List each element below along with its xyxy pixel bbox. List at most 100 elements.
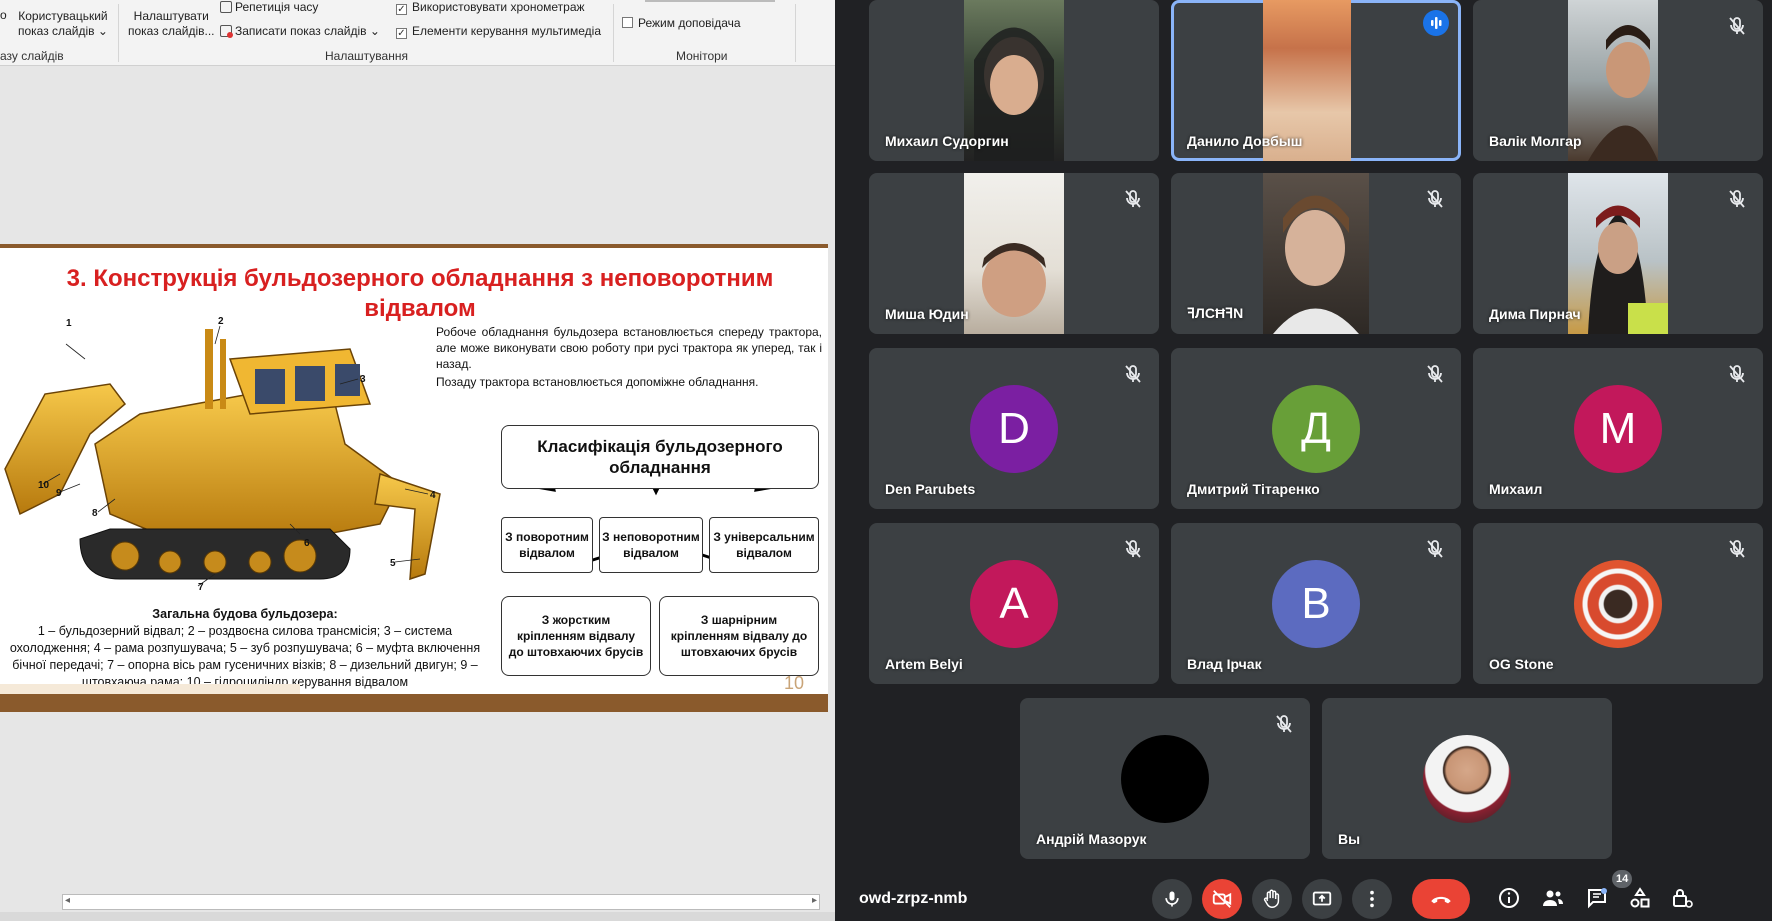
bulldozer-illustration (4, 325, 441, 587)
present-button[interactable] (1302, 879, 1342, 919)
mic-off-icon (1427, 540, 1443, 558)
participant-tile[interactable]: OG Stone (1473, 523, 1763, 684)
meeting-code: owd-zrpz-nmb (859, 890, 968, 907)
ribbon-divider (613, 4, 614, 62)
setup-show-button[interactable]: Налаштувати показ слайдів... (128, 9, 214, 39)
presenter-view-label: Режим доповідача (638, 16, 741, 30)
raise-hand-icon (1263, 889, 1280, 908)
more-icon (1370, 890, 1374, 908)
present-icon (1312, 891, 1332, 906)
avatar: M (1574, 384, 1662, 473)
slide-title: 3. Конструкція бульдозерного обладнання … (66, 265, 774, 322)
participant-tile[interactable]: Михаил Судоргин (869, 0, 1159, 161)
custom-show-label-2: показ слайдів (18, 24, 95, 38)
setup-show-label: Налаштувати (133, 9, 209, 23)
monitor-select[interactable] (645, 0, 775, 2)
more-options-button[interactable] (1352, 879, 1392, 919)
avatar (1121, 734, 1209, 823)
setup-show-label-2: показ слайдів... (128, 24, 215, 38)
mic-off-icon (1729, 17, 1745, 35)
participant-name: Дима Пирнач (1489, 306, 1581, 322)
slide-bottom-accent (0, 684, 300, 694)
participant-name: Den Parubets (885, 481, 976, 497)
bulldozer-caption: Загальна будова бульдозера: 1 – бульдозе… (0, 606, 490, 691)
rehearse-timings-button[interactable]: Репетиція часу (220, 0, 318, 14)
presenter-view-checkbox[interactable]: Режим доповідача (622, 16, 741, 30)
avatar: D (970, 384, 1058, 473)
checkbox-unchecked-icon (622, 17, 633, 28)
mic-off-icon (1427, 190, 1443, 208)
chat-button[interactable] (1582, 883, 1612, 913)
people-icon (1543, 890, 1563, 906)
avatar: Д (1272, 384, 1360, 473)
horizontal-scrollbar[interactable]: ◂ ▸ (62, 894, 820, 910)
participant-video (1568, 173, 1668, 334)
raise-hand-button[interactable] (1252, 879, 1292, 919)
ribbon-divider (118, 4, 119, 62)
participant-tile[interactable]: Валік Молгар (1473, 0, 1763, 161)
activities-icon (1630, 887, 1650, 908)
participant-tile[interactable]: B Влад Ірчак (1171, 523, 1461, 684)
checkbox-checked-icon: ✓ (396, 4, 407, 15)
participant-name: Миша Юдин (885, 306, 969, 322)
camera-button[interactable] (1202, 879, 1242, 919)
participant-name: Данило Довбыш (1187, 133, 1303, 149)
participant-tile[interactable]: Миша Юдин (869, 173, 1159, 334)
slide-page-number: 10 (784, 673, 805, 693)
meet-window: Михаил Судоргин Данило Довбыш Валік Молг… (835, 0, 1772, 921)
chevron-down-icon: ⌄ (369, 24, 380, 38)
use-timings-checkbox[interactable]: ✓ Використовувати хронометраж (396, 0, 585, 15)
slide-top-border (0, 244, 828, 248)
host-controls-icon (1673, 889, 1693, 908)
part-label: 7 (198, 582, 204, 593)
part-label: 5 (390, 558, 396, 569)
diagram-box-rigid: З жорстким кріпленням відвалу до штовхаю… (501, 596, 651, 676)
record-icon (220, 25, 233, 38)
ribbon-divider (795, 4, 796, 62)
participant-tile[interactable]: Д Дмитрий Тітаренко (1171, 348, 1461, 509)
participant-tile[interactable]: D Den Parubets (869, 348, 1159, 509)
participant-tile[interactable]: Дима Пирнач (1473, 173, 1763, 334)
avatar: B (1272, 559, 1360, 648)
status-bar (0, 912, 835, 921)
people-button[interactable] (1538, 883, 1568, 913)
activities-button[interactable] (1625, 883, 1655, 913)
scroll-right-icon[interactable]: ▸ (812, 895, 817, 906)
participant-tile[interactable]: ꟻЛСĦꟻN (1171, 173, 1461, 334)
participant-tile[interactable]: Андрій Мазорук (1020, 698, 1310, 859)
group-label-setup: Налаштування (325, 49, 408, 63)
mic-off-icon (1427, 365, 1443, 383)
camera-off-icon (1212, 890, 1232, 908)
mic-button[interactable] (1152, 879, 1192, 919)
record-label: Записати показ слайдів (235, 24, 367, 38)
diagram-root-box: Класифікація бульдозерного обладнання (501, 425, 819, 489)
info-button[interactable] (1494, 883, 1524, 913)
participant-video (964, 173, 1064, 334)
media-controls-checkbox[interactable]: ✓ Елементи керування мультимедіа (396, 24, 601, 39)
participant-name: Валік Молгар (1489, 133, 1582, 149)
mic-off-icon (1729, 365, 1745, 383)
part-label: 8 (92, 508, 98, 519)
record-show-button[interactable]: Записати показ слайдів ⌄ (220, 24, 380, 38)
custom-show-button[interactable]: Користувацький показ слайдів ⌄ (18, 9, 108, 39)
participant-tile-active[interactable]: Данило Довбыш (1171, 0, 1461, 161)
participant-tile[interactable]: A Artem Belyi (869, 523, 1159, 684)
scroll-left-icon[interactable]: ◂ (65, 895, 70, 906)
avatar-photo (1574, 559, 1662, 648)
ribbon-partial-icon: о (0, 8, 7, 22)
host-controls-button[interactable] (1668, 883, 1696, 913)
participant-name: OG Stone (1489, 656, 1554, 672)
leave-call-icon (1431, 896, 1451, 904)
caption-text: 1 – бульдозерний відвал; 2 – роздвоєна с… (9, 624, 481, 689)
slide[interactable]: 3. Конструкція бульдозерного обладнання … (0, 244, 828, 712)
slide-paragraph-1: Робоче обладнання бульдозера встановлюєт… (436, 325, 822, 371)
self-tile[interactable]: Вы (1322, 698, 1612, 859)
participant-tile[interactable]: M Михаил (1473, 348, 1763, 509)
diagram-box-rotary: З поворотним відвалом (501, 517, 593, 573)
part-label: 9 (56, 488, 62, 499)
leave-call-button[interactable] (1412, 879, 1470, 919)
powerpoint-window: о Користувацький показ слайдів ⌄ Налашту… (0, 0, 835, 921)
diagram-box-hinged: З шарнірним кріпленням відвалу до штовха… (659, 596, 819, 676)
slide-bottom-border (0, 694, 828, 712)
part-label: 6 (304, 538, 310, 549)
